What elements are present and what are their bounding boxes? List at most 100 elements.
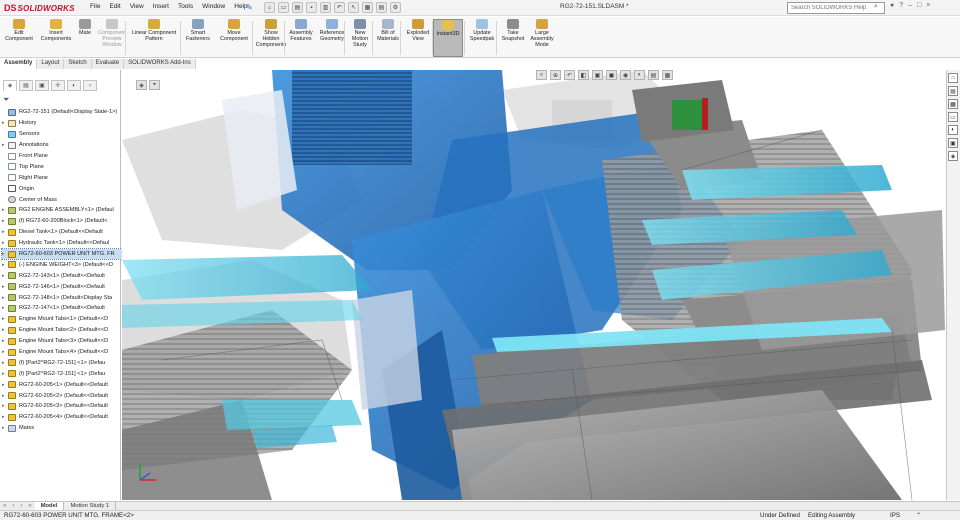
tree-item[interactable]: ▸ RG72-60-603 POWER UNIT MTG. FR [1, 247, 123, 261]
tree-item[interactable]: Sensors [2, 129, 122, 140]
zoom-to-area-icon[interactable]: ⊕ [550, 70, 561, 80]
menu-edit[interactable]: Edit [109, 3, 120, 10]
display-style-icon[interactable]: ◼ [606, 70, 617, 80]
tree-item[interactable]: ▸ (f) RG72-60-200Block<1> (Default< [2, 216, 122, 227]
solidworks-logo[interactable]: DS SOLIDWORKS [4, 2, 75, 14]
appearances-icon[interactable]: ◐ [948, 125, 958, 135]
smart-fasteners-button[interactable]: Smart Fasteners [182, 19, 214, 57]
select-cursor-icon[interactable]: ↖ [348, 2, 359, 13]
filter-icon[interactable]: ⏷ [3, 95, 9, 105]
solidworks-forum-icon[interactable]: ◈ [948, 151, 958, 161]
prev-tab-icon[interactable]: ‹ [9, 502, 17, 510]
menu-window[interactable]: Window [202, 3, 225, 10]
feature-manager-tab-icon[interactable]: ◈ [3, 80, 17, 91]
tree-item[interactable]: ▸ RG72-60-205<1> (Default<<Default [2, 379, 122, 390]
orientation-icon[interactable]: ⌖ [149, 80, 160, 90]
design-library-icon[interactable]: ▦ [948, 99, 958, 109]
zoom-to-fit-icon[interactable]: ⌕ [536, 70, 547, 80]
tree-item[interactable]: Front Plane [2, 151, 122, 162]
tree-item[interactable]: ▸ (-) ENGINE WEIGHT<3> (Default<<D [2, 259, 122, 270]
print-icon[interactable]: ▥ [320, 2, 331, 13]
next-tab-icon[interactable]: › [17, 502, 25, 510]
large-assembly-mode-button[interactable]: Large Assembly Mode [528, 19, 556, 57]
pin-menu-icon[interactable]: ✎ [246, 3, 253, 12]
hide-show-items-icon[interactable]: ◉ [620, 70, 631, 80]
tree-item[interactable]: ▸ Annotations [2, 140, 122, 151]
tree-item[interactable]: ▸ RG72-60-205<4> (Default<<Default [2, 412, 122, 423]
menu-file[interactable]: File [90, 3, 100, 10]
tree-item[interactable]: ▸ Diesel Tank<1> (Default<<Default [2, 227, 122, 238]
last-tab-icon[interactable]: » [25, 502, 34, 510]
tree-item[interactable]: Center of Mass [2, 194, 122, 205]
tab-layout[interactable]: Layout [37, 59, 65, 69]
update-speedpak-button[interactable]: Update Speedpak [466, 19, 498, 57]
status-chevron-icon[interactable]: ⌃ [916, 512, 921, 519]
help-search-input[interactable] [787, 2, 885, 14]
tab-sketch[interactable]: Sketch [64, 59, 92, 69]
save-icon[interactable]: ▪ [306, 2, 317, 13]
undo-icon[interactable]: ↶ [334, 2, 345, 13]
status-units[interactable]: IPS [890, 512, 900, 519]
graphics-area[interactable]: ◈ ⌖ ⌕ ⊕ ↶ ◧ ▣ ◼ ◉ ◐ ▤ ▦ [122, 70, 945, 500]
bottom-tab-motion-study-1[interactable]: Motion Study 1 [64, 502, 117, 510]
open-folder-icon[interactable]: ▤ [292, 2, 303, 13]
apply-scene-icon[interactable]: ▤ [648, 70, 659, 80]
tree-item[interactable]: Right Plane [2, 172, 122, 183]
tree-item[interactable]: ▸ RG72-60-205<3> (Default<<Default [2, 401, 122, 412]
resources-icon[interactable]: ▤ [948, 86, 958, 96]
tree-item[interactable]: Origin [2, 183, 122, 194]
new-motion-study-button[interactable]: New Motion Study [348, 19, 372, 57]
edit-appearance-icon[interactable]: ◐ [634, 70, 645, 80]
tab-solidworks-add-ins[interactable]: SOLIDWORKS Add-Ins [124, 59, 196, 69]
assembly-features-button[interactable]: Assembly Features [287, 19, 315, 57]
previous-view-icon[interactable]: ↶ [564, 70, 575, 80]
tree-item[interactable]: ▸ RG2 ENGINE ASSEMBLY<1> (Defaul [2, 205, 122, 216]
maximize-icon[interactable]: □ [917, 2, 921, 9]
tree-item[interactable]: ▸ RG72-60-205<2> (Default<<Default [2, 390, 122, 401]
instant3d-button[interactable]: Instant3D [433, 19, 463, 57]
close-icon[interactable]: × [926, 2, 930, 9]
tree-item[interactable]: ▸ RG2-72-143<1> (Default<<Default [2, 270, 122, 281]
insert-components-button[interactable]: Insert Components [37, 19, 75, 57]
feature-tree-flyout-icon[interactable]: ◈ [136, 80, 147, 90]
expand-panel-icon[interactable]: › [83, 80, 97, 91]
tree-item[interactable]: ▸ History [2, 118, 122, 129]
take-snapshot-button[interactable]: Take Snapshot [500, 19, 526, 57]
bottom-tab-model[interactable]: Model [34, 502, 65, 510]
dimxpert-tab-icon[interactable]: ✛ [51, 80, 65, 91]
tree-item[interactable]: Top Plane [2, 161, 122, 172]
custom-properties-icon[interactable]: ▣ [948, 138, 958, 148]
view-orientation-icon[interactable]: ▣ [592, 70, 603, 80]
tree-item[interactable]: RG2-72-151 (Default<Display State-1>) [2, 107, 122, 118]
tab-evaluate[interactable]: Evaluate [91, 59, 125, 69]
tree-item[interactable]: ▸ Engine Mount Tabs<4> (Default<<D [2, 347, 122, 358]
configuration-manager-tab-icon[interactable]: ▣ [35, 80, 49, 91]
view-settings-icon[interactable]: ▦ [662, 70, 673, 80]
tab-assembly[interactable]: Assembly [0, 59, 38, 69]
linear-component-pattern-button[interactable]: Linear Component Pattern [128, 19, 180, 57]
assembly-model-view[interactable] [122, 70, 945, 500]
show-hidden-components-button[interactable]: Show Hidden Components [256, 19, 286, 57]
menu-tools[interactable]: Tools [178, 3, 193, 10]
tree-item[interactable]: ▸ Hydraulic Tank<1> (Default<<Defaul [2, 238, 122, 249]
exploded-view-button[interactable]: Exploded View [404, 19, 432, 57]
tree-item[interactable]: ▸ (f) [Part2^RG2-72-151] <1> (Defau [2, 357, 122, 368]
rebuild-icon[interactable]: ▦ [362, 2, 373, 13]
tree-item[interactable]: ▸ RG2-72-148<1> (Default<Display Sta [2, 292, 122, 303]
property-manager-tab-icon[interactable]: ▤ [19, 80, 33, 91]
file-properties-icon[interactable]: ▤ [376, 2, 387, 13]
tree-item[interactable]: ▸ Mates [2, 423, 122, 434]
home-icon[interactable]: ⌂ [948, 73, 958, 83]
tree-item[interactable]: ▸ RG2-72-147<1> (Default<<Default [2, 303, 122, 314]
file-explorer-icon[interactable]: ▭ [948, 112, 958, 122]
menu-insert[interactable]: Insert [153, 3, 169, 10]
user-icon[interactable]: ● [890, 2, 894, 9]
tree-item[interactable]: ▸ Engine Mount Tabs<1> (Default<<D [2, 314, 122, 325]
menu-view[interactable]: View [130, 3, 144, 10]
tree-item[interactable]: ▸ (f) [Part2^RG2-72-151] <1> (Defau [2, 368, 122, 379]
tree-item[interactable]: ▸ Engine Mount Tabs<2> (Default<<D [2, 325, 122, 336]
bill-of-materials-button[interactable]: Bill of Materials [374, 19, 402, 57]
section-view-icon[interactable]: ◧ [578, 70, 589, 80]
options-gear-icon[interactable]: ⚙ [390, 2, 401, 13]
first-tab-icon[interactable]: « [0, 502, 9, 510]
